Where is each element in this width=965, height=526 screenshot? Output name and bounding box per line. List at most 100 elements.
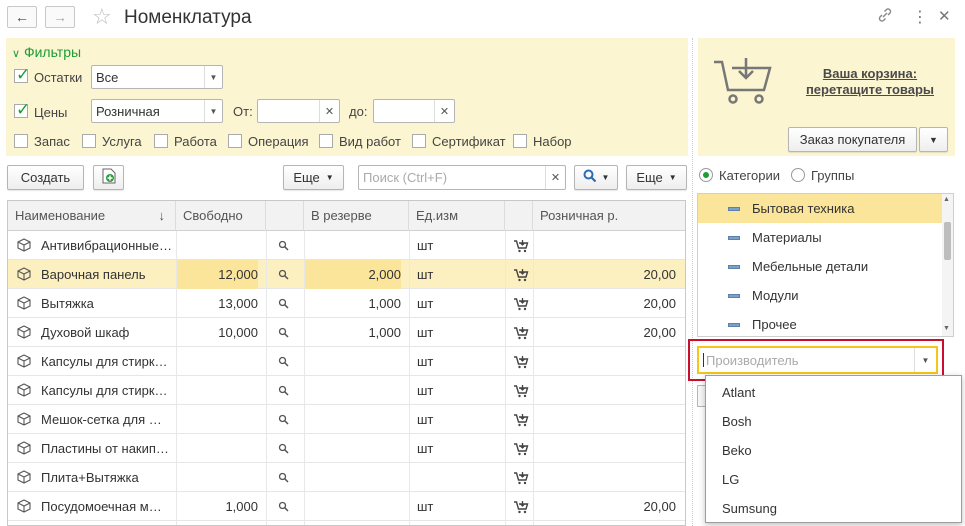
column-header-free[interactable]: Свободно bbox=[176, 201, 266, 231]
search-button[interactable]: ▼ bbox=[574, 165, 618, 190]
add-to-cart-icon[interactable] bbox=[513, 297, 531, 311]
ceny-select[interactable]: Розничная ▼ bbox=[91, 99, 223, 123]
search-input[interactable]: Поиск (Ctrl+F) ✕ bbox=[358, 165, 566, 190]
column-header-reserve[interactable]: В резерве bbox=[304, 201, 409, 231]
search-icon[interactable] bbox=[278, 298, 292, 310]
cell-name: Пластины от накип… bbox=[41, 441, 169, 456]
type-checkbox-rabota[interactable] bbox=[154, 134, 168, 148]
price-from-input[interactable]: ✕ bbox=[257, 99, 340, 123]
search-icon[interactable] bbox=[278, 269, 292, 281]
column-header-name[interactable]: Наименование ↓ bbox=[8, 201, 176, 231]
search-icon[interactable] bbox=[278, 501, 292, 513]
chevron-down-icon: ▼ bbox=[325, 173, 334, 182]
tree-item[interactable]: Модули bbox=[698, 281, 942, 310]
more-button-toolbar[interactable]: Еще ▼ bbox=[283, 165, 344, 190]
price-to-input[interactable]: ✕ bbox=[373, 99, 455, 123]
nomenclature-table[interactable]: Наименование ↓ Свободно В резерве Ед.изм… bbox=[7, 200, 686, 526]
dropdown-option[interactable]: Atlant bbox=[722, 385, 755, 400]
table-row[interactable]: Капсулы для стирк… шт bbox=[8, 376, 685, 405]
price-from-label: От: bbox=[233, 104, 253, 119]
column-header-price[interactable]: Розничная р. bbox=[533, 201, 685, 231]
scroll-up-icon[interactable]: ▲ bbox=[943, 196, 950, 203]
table-row[interactable]: Плита+Вытяжка bbox=[8, 463, 685, 492]
dropdown-option[interactable]: Bosh bbox=[722, 414, 752, 429]
more-button-table[interactable]: Еще ▼ bbox=[626, 165, 687, 190]
create-button[interactable]: Создать bbox=[7, 165, 84, 190]
dropdown-option[interactable]: LG bbox=[722, 472, 739, 487]
type-checkbox-usluga[interactable] bbox=[82, 134, 96, 148]
manufacturer-dropdown[interactable]: Atlant Bosh Beko LG Sumsung bbox=[705, 375, 962, 523]
table-row[interactable]: Капсулы для стирк… шт bbox=[8, 347, 685, 376]
type-checkbox-vid-rabot[interactable] bbox=[319, 134, 333, 148]
manufacturer-field[interactable]: Производитель ▼ bbox=[697, 346, 938, 374]
tree-item[interactable]: Прочее bbox=[698, 310, 942, 336]
column-separator bbox=[533, 231, 534, 525]
close-icon[interactable]: ✕ bbox=[938, 7, 951, 25]
dropdown-option[interactable]: Sumsung bbox=[722, 501, 777, 516]
type-checkbox-operaciya[interactable] bbox=[228, 134, 242, 148]
order-button[interactable]: Заказ покупателя bbox=[788, 127, 917, 152]
cell-name: Варочная панель bbox=[41, 267, 146, 282]
category-tree[interactable]: Бытовая техника Материалы Мебельные дета… bbox=[697, 193, 954, 337]
search-icon[interactable] bbox=[278, 240, 292, 252]
filters-header[interactable]: ∨ Фильтры bbox=[12, 44, 81, 60]
favorite-star-icon[interactable]: ☆ bbox=[92, 4, 112, 30]
back-button[interactable]: ← bbox=[7, 6, 37, 28]
type-label-usluga: Услуга bbox=[102, 134, 142, 149]
add-to-cart-icon[interactable] bbox=[513, 239, 531, 253]
order-dropdown-button[interactable]: ▼ bbox=[919, 127, 948, 152]
tree-item[interactable]: Мебельные детали bbox=[698, 252, 942, 281]
type-checkbox-zapas[interactable] bbox=[14, 134, 28, 148]
type-checkbox-nabor[interactable] bbox=[513, 134, 527, 148]
scroll-down-icon[interactable]: ▼ bbox=[943, 325, 950, 332]
column-header-unit[interactable]: Ед.изм bbox=[409, 201, 505, 231]
panel-splitter[interactable] bbox=[692, 38, 693, 526]
categories-radio[interactable] bbox=[699, 168, 713, 182]
page-title: Номенклатура bbox=[124, 7, 252, 28]
add-to-cart-icon[interactable] bbox=[513, 471, 531, 485]
link-icon[interactable] bbox=[877, 7, 893, 27]
search-icon[interactable] bbox=[278, 414, 292, 426]
search-icon[interactable] bbox=[278, 443, 292, 455]
table-row[interactable]: Варочная панель 12,000 2,000 шт 20,00 bbox=[8, 260, 685, 289]
search-icon[interactable] bbox=[278, 385, 292, 397]
type-checkbox-sertifikat[interactable] bbox=[412, 134, 426, 148]
add-to-cart-icon[interactable] bbox=[513, 326, 531, 340]
search-icon[interactable] bbox=[278, 327, 292, 339]
clear-icon[interactable]: ✕ bbox=[319, 100, 339, 122]
forward-button[interactable]: → bbox=[45, 6, 75, 28]
add-to-cart-icon[interactable] bbox=[513, 500, 531, 514]
table-row[interactable]: Вытяжка 13,000 1,000 шт 20,00 bbox=[8, 289, 685, 318]
cell-unit: шт bbox=[417, 325, 434, 340]
add-to-cart-icon[interactable] bbox=[513, 384, 531, 398]
ostatki-select[interactable]: Все ▼ bbox=[91, 65, 223, 89]
search-icon[interactable] bbox=[278, 356, 292, 368]
tree-scrollbar[interactable]: ▲ ▼ bbox=[942, 194, 953, 336]
search-icon[interactable] bbox=[278, 472, 292, 484]
column-separator bbox=[304, 231, 305, 525]
scrollbar-thumb[interactable] bbox=[944, 222, 951, 260]
table-row[interactable]: Пластины от накип… шт bbox=[8, 434, 685, 463]
table-row[interactable]: Духовой шкаф 10,000 1,000 шт 20,00 bbox=[8, 318, 685, 347]
cell-price: 20,00 bbox=[643, 267, 676, 282]
more-vert-icon[interactable]: ⋮ bbox=[912, 7, 928, 27]
dropdown-option[interactable]: Beko bbox=[722, 443, 752, 458]
add-to-cart-icon[interactable] bbox=[513, 355, 531, 369]
add-to-cart-icon[interactable] bbox=[513, 413, 531, 427]
table-row[interactable]: Антивибрационные… шт bbox=[8, 231, 685, 260]
table-row[interactable]: Мешок-сетка для … шт bbox=[8, 405, 685, 434]
chevron-down-icon[interactable]: ▼ bbox=[914, 348, 936, 372]
clear-search-icon[interactable]: ✕ bbox=[545, 166, 565, 189]
tree-item[interactable]: Материалы bbox=[698, 223, 942, 252]
ostatki-checkbox[interactable] bbox=[14, 65, 30, 85]
clear-icon[interactable]: ✕ bbox=[434, 100, 454, 122]
add-to-cart-icon[interactable] bbox=[513, 442, 531, 456]
cart-drop-hint[interactable]: Ваша корзина: перетащите товары bbox=[800, 66, 940, 98]
table-row[interactable]: Посудомоечная м… 1,000 шт 20,00 bbox=[8, 492, 685, 521]
tree-item[interactable]: Бытовая техника bbox=[698, 194, 942, 223]
groups-radio[interactable] bbox=[791, 168, 805, 182]
add-to-cart-icon[interactable] bbox=[513, 268, 531, 282]
create-copy-button[interactable] bbox=[93, 165, 124, 190]
item-box-icon bbox=[17, 441, 33, 457]
ceny-checkbox[interactable] bbox=[14, 100, 30, 120]
